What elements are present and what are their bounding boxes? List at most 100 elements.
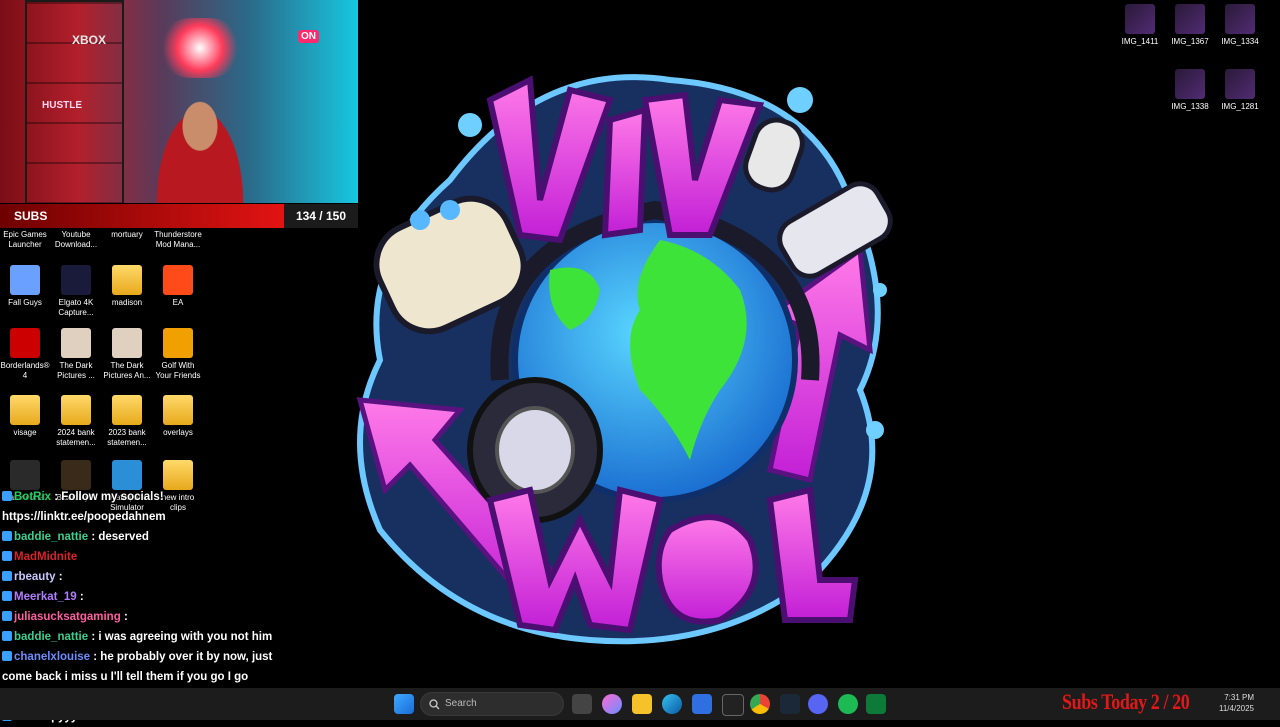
- desktop-icon[interactable]: 2023 bank statemen...: [102, 395, 152, 448]
- folder-icon: [10, 395, 40, 425]
- chat-username: BotRix: [14, 491, 52, 503]
- image-file-icon[interactable]: IMG_1367: [1165, 4, 1215, 47]
- desktop-icon-label: Elgato 4K Capture...: [58, 298, 94, 317]
- app-icon[interactable]: [722, 694, 744, 716]
- chat-username: baddie_nattie: [14, 631, 89, 643]
- desktop-icon[interactable]: EA: [153, 265, 203, 308]
- chat-text: :: [79, 591, 84, 603]
- folder-icon: [112, 265, 142, 295]
- webcam-feed: XBOX ON HUSTLE: [0, 0, 358, 203]
- bubble: [866, 421, 884, 439]
- desktop-icon[interactable]: Borderlands® 4: [0, 328, 50, 381]
- chrome-icon[interactable]: [750, 694, 770, 714]
- desktop-icon-label: Fall Guys: [8, 298, 42, 307]
- chat-message: chanelxlouise : he probably over it by n…: [2, 647, 302, 687]
- file-label: IMG_1338: [1171, 102, 1209, 111]
- subs-count: 134 / 150: [295, 209, 346, 223]
- borderlands-icon: [10, 328, 40, 358]
- subs-label: SUBS: [14, 209, 48, 223]
- store-icon[interactable]: [692, 694, 712, 714]
- image-file-icon[interactable]: IMG_1411: [1115, 4, 1165, 47]
- black-myth-icon: [61, 460, 91, 490]
- image-thumbnail: [1225, 69, 1255, 99]
- folder-icon: [163, 460, 193, 490]
- ea-icon: [163, 265, 193, 295]
- desktop-icon[interactable]: madison: [102, 265, 152, 308]
- desktop-icon-label: Thunderstore Mod Mana...: [154, 230, 202, 249]
- streamer: [145, 85, 255, 203]
- chat-text: :: [58, 571, 63, 583]
- bubble: [873, 283, 887, 297]
- desktop-icon-label: Epic Games Launcher: [3, 230, 47, 249]
- desktop-icon[interactable]: Youtube Download...: [51, 230, 101, 250]
- desktop-icon-label: Borderlands® 4: [0, 361, 50, 380]
- chat-message: baddie_nattie : deserved: [2, 527, 302, 547]
- search-box[interactable]: Search: [420, 692, 564, 716]
- chat-text: :: [123, 611, 128, 623]
- chat-badge-icon: [2, 611, 12, 621]
- chat-badge-icon: [2, 591, 12, 601]
- image-thumbnail: [1175, 69, 1205, 99]
- waterpark-icon: [112, 460, 142, 490]
- task-view-icon[interactable]: [572, 694, 592, 714]
- search-icon: [429, 699, 440, 710]
- copilot-icon[interactable]: [602, 694, 622, 714]
- image-file-icon[interactable]: IMG_1281: [1215, 69, 1265, 112]
- desktop-icon[interactable]: The Dark Pictures ...: [51, 328, 101, 381]
- edge-icon[interactable]: [662, 694, 682, 714]
- file-explorer-icon[interactable]: [632, 694, 652, 714]
- chat-badge-icon: [2, 571, 12, 581]
- system-clock[interactable]: 7:31 PM 11/4/2025: [1219, 692, 1254, 714]
- desktop-icon-label: EA: [172, 298, 184, 307]
- desktop-icon[interactable]: visage: [0, 395, 50, 438]
- desktop-icon[interactable]: Elgato 4K Capture...: [51, 265, 101, 318]
- discord-icon[interactable]: [808, 694, 828, 714]
- image-thumbnail: [1125, 4, 1155, 34]
- neon-sign: [160, 18, 240, 78]
- fall-guys-icon: [10, 265, 40, 295]
- desktop-icon[interactable]: The Dark Pictures An...: [102, 328, 152, 381]
- chat-username: Meerkat_19: [14, 591, 77, 603]
- chat-username: juliasucksatgaming: [14, 611, 121, 623]
- chat-text: : i was agreeing with you not him: [91, 631, 273, 643]
- chat-username: chanelxlouise: [14, 651, 91, 663]
- desktop-icon[interactable]: mortuary: [102, 230, 152, 240]
- viva-world-logo: [356, 74, 893, 645]
- desktop-icon-label: Golf With Your Friends: [155, 361, 201, 380]
- chat-badge-icon: [2, 651, 12, 661]
- chat-message: MadMidnite: [2, 547, 302, 567]
- terminal-icon[interactable]: [866, 694, 886, 714]
- chat-message: rbeauty :: [2, 567, 302, 587]
- desktop-icon[interactable]: Epic Games Launcher: [0, 230, 50, 250]
- hustle-sign: HUSTLE: [42, 100, 82, 111]
- spotify-icon[interactable]: [838, 694, 858, 714]
- xbox-sign: XBOX: [72, 33, 107, 47]
- file-label: IMG_1281: [1221, 102, 1259, 111]
- desktop-icon[interactable]: overlays: [153, 395, 203, 438]
- desktop-icon-label: The Dark Pictures ...: [57, 361, 95, 380]
- desktop-icon[interactable]: Fall Guys: [0, 265, 50, 308]
- chat-username: baddie_nattie: [14, 531, 89, 543]
- folder-icon: [61, 395, 91, 425]
- subs-goal-bar: SUBS 134 / 150: [0, 204, 358, 228]
- chat-badge-icon: [2, 631, 12, 641]
- bubble: [458, 113, 482, 137]
- image-file-icon[interactable]: IMG_1334: [1215, 4, 1265, 47]
- desktop-icon[interactable]: 2024 bank statemen...: [51, 395, 101, 448]
- on-air-sign: ON: [298, 30, 319, 43]
- clock-date: 11/4/2025: [1219, 704, 1254, 713]
- start-icon[interactable]: [394, 694, 414, 714]
- chat-message: Meerkat_19 :: [2, 587, 302, 607]
- desktop-icon[interactable]: Golf With Your Friends: [153, 328, 203, 381]
- steam-icon[interactable]: [780, 694, 800, 714]
- chat-badge-icon: [2, 531, 12, 541]
- desktop-icon-label: madison: [111, 298, 143, 307]
- search-placeholder: Search: [445, 698, 477, 709]
- subs-today-counter: Subs Today 2 / 20: [1062, 689, 1190, 714]
- desktop-icon-label: overlays: [163, 428, 193, 437]
- desktop-icon[interactable]: Thunderstore Mod Mana...: [153, 230, 203, 250]
- desktop-icon-label: 2024 bank statemen...: [56, 428, 96, 447]
- desktop-icon-label: The Dark Pictures An...: [103, 361, 151, 380]
- image-file-icon[interactable]: IMG_1338: [1165, 69, 1215, 112]
- dark-pictures-icon: [61, 328, 91, 358]
